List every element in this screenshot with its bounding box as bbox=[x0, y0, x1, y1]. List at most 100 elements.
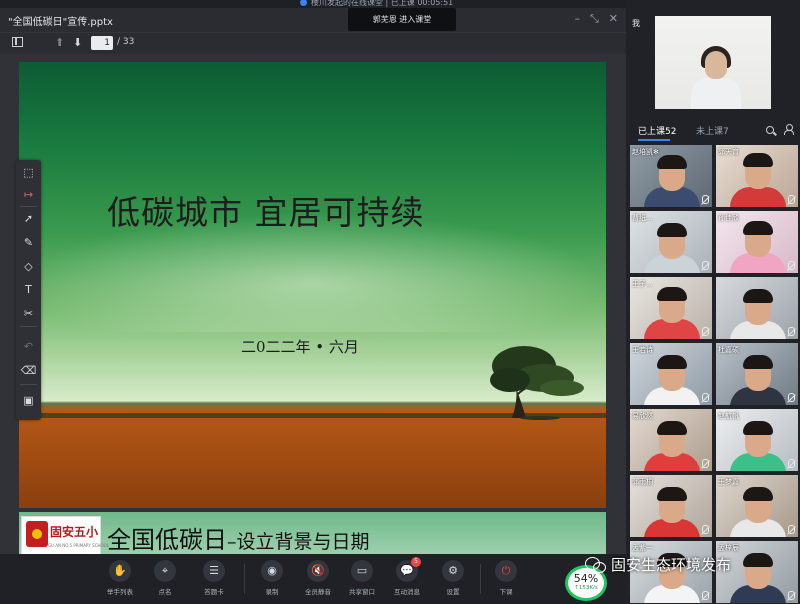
ppt-file-title: "全国低碳日"宣传.pptx bbox=[8, 17, 113, 28]
student-tile[interactable]: 易欣然 bbox=[630, 409, 712, 471]
fullscreen-icon[interactable]: ⤡ bbox=[590, 12, 599, 26]
me-label: 我 bbox=[632, 19, 640, 28]
people-icon[interactable] bbox=[783, 124, 794, 135]
shape-icon[interactable]: ◇ bbox=[20, 258, 37, 275]
student-hair bbox=[743, 553, 773, 567]
mic-off-icon[interactable] bbox=[788, 327, 795, 336]
mute-all-icon: 🔇 bbox=[307, 560, 329, 582]
student-name: 郭雨桐 bbox=[632, 478, 653, 486]
student-tile[interactable]: 赵航帆 bbox=[716, 409, 798, 471]
hand-raise-list-label: 举手列表 bbox=[107, 588, 133, 596]
mic-off-icon[interactable] bbox=[702, 459, 709, 468]
answer-card-button[interactable]: ☰ 答题卡 bbox=[194, 560, 234, 602]
close-icon[interactable]: ✕ bbox=[609, 12, 618, 26]
mic-off-icon[interactable] bbox=[702, 327, 709, 336]
join-toast: 郭芜恩 进入课堂 bbox=[348, 8, 456, 31]
school-logo: 固安五小 GU AN NO.5 PRIMARY SCHOOL bbox=[21, 516, 109, 554]
share-window-button[interactable]: ▭ 共享窗口 bbox=[342, 560, 382, 602]
minimize-icon[interactable]: – bbox=[574, 12, 580, 26]
mic-off-icon[interactable] bbox=[702, 525, 709, 534]
teacher-video[interactable] bbox=[655, 16, 771, 109]
slide-viewer[interactable]: 低碳城市 宜居可持续 二0二二年 • 六月 固安五小 GU AN NO.5 PR… bbox=[0, 54, 626, 554]
student-tile[interactable]: 曹纸... bbox=[630, 211, 712, 273]
mute-all-label: 全员静音 bbox=[305, 588, 331, 596]
student-name: 王梦嘉 bbox=[718, 478, 739, 486]
student-hair bbox=[743, 355, 773, 369]
selection-box-icon[interactable]: ⬚ bbox=[20, 164, 37, 181]
slide-date: 二0二二年 • 六月 bbox=[241, 338, 359, 356]
record-button[interactable]: ◉ 录制 bbox=[252, 560, 292, 602]
monitor-icon: ▭ bbox=[351, 560, 373, 582]
student-tile[interactable]: 郭天育 bbox=[716, 145, 798, 207]
tab-absent[interactable]: 未上课7 bbox=[696, 124, 729, 137]
mic-off-icon[interactable] bbox=[788, 459, 795, 468]
student-hair bbox=[657, 287, 687, 301]
tab-attended[interactable]: 已上课52 bbox=[638, 124, 676, 137]
participant-panel: 我 已上课52 未上课7 赵培凯✻ 郭天育 曹纸... 孙佳欣 王子... 王若… bbox=[626, 0, 800, 604]
slide-title: 低碳城市 宜居可持续 二0二二年 • 六月 bbox=[19, 62, 606, 508]
student-tile[interactable]: 郭雨桐 bbox=[630, 475, 712, 537]
student-tile[interactable]: 孙佳欣 bbox=[716, 211, 798, 273]
school-seal-icon bbox=[26, 521, 48, 547]
student-hair bbox=[657, 155, 687, 169]
student-name: 孟梓辰 bbox=[718, 544, 739, 552]
student-tile[interactable]: 王子... bbox=[630, 277, 712, 339]
student-tile[interactable]: 王梦嘉 bbox=[716, 475, 798, 537]
mic-off-icon[interactable] bbox=[702, 591, 709, 600]
app-logo-icon bbox=[300, 0, 307, 6]
cursor-icon[interactable]: ➚ bbox=[20, 210, 37, 227]
mic-off-icon[interactable] bbox=[702, 195, 709, 204]
student-hair bbox=[743, 221, 773, 235]
mic-off-icon[interactable] bbox=[788, 591, 795, 600]
arrow-up-icon[interactable]: ⬆ bbox=[55, 36, 64, 49]
student-grid: 赵培凯✻ 郭天育 曹纸... 孙佳欣 王子... 王若诗 杜嘉硕 易欣然 赵航帆… bbox=[630, 145, 798, 603]
message-badge: 5 bbox=[411, 557, 421, 567]
undo-icon[interactable]: ↶ bbox=[20, 338, 37, 355]
annotation-toolbar: ⬚ ↦ ➚ ✎ ◇ T ✂ ↶ ⌫ ▣ bbox=[16, 160, 41, 420]
tree-illustration bbox=[490, 346, 584, 420]
slide2-heading-sub: –设立背景与日期 bbox=[227, 531, 370, 553]
student-tile[interactable]: 杜嘉硕 bbox=[716, 343, 798, 405]
mic-off-icon[interactable] bbox=[788, 195, 795, 204]
tab-underline bbox=[638, 139, 670, 141]
mic-off-icon[interactable] bbox=[788, 261, 795, 270]
teacher-face bbox=[705, 51, 727, 79]
student-tile[interactable] bbox=[716, 277, 798, 339]
mic-off-icon[interactable] bbox=[702, 393, 709, 402]
pen-icon[interactable]: ✎ bbox=[20, 234, 37, 251]
end-class-button[interactable]: ⏻ 下课 bbox=[486, 560, 526, 602]
slide-background: 固安五小 GU AN NO.5 PRIMARY SCHOOL 全国低碳日–设立背… bbox=[19, 512, 606, 554]
share-window-label: 共享窗口 bbox=[349, 588, 375, 596]
window-controls: – ⤡ ✕ bbox=[574, 12, 618, 26]
laser-pointer-icon[interactable]: ↦ bbox=[20, 186, 37, 203]
student-name: 杜嘉硕 bbox=[718, 346, 739, 354]
mic-off-icon[interactable] bbox=[788, 525, 795, 534]
arrow-down-icon[interactable]: ⬇ bbox=[73, 36, 82, 49]
student-tile[interactable]: 王若诗 bbox=[630, 343, 712, 405]
interactive-messages-button[interactable]: 💬 5 互动消息 bbox=[387, 557, 427, 602]
recording-text: 楼川发起的在线课堂 | 已上课 00:05:51 bbox=[311, 0, 454, 7]
ppt-header: "全国低碳日"宣传.pptx – ⤡ ✕ bbox=[0, 8, 626, 32]
mic-off-icon[interactable] bbox=[788, 393, 795, 402]
interactive-messages-label: 互动消息 bbox=[394, 588, 420, 596]
page-number-input[interactable]: 1 bbox=[91, 36, 113, 50]
slide2-heading: 全国低碳日–设立背景与日期 bbox=[107, 520, 370, 554]
student-hair bbox=[657, 487, 687, 501]
student-body bbox=[730, 187, 786, 207]
hand-raise-list-button[interactable]: ✋ 举手列表 bbox=[100, 560, 140, 602]
mute-all-button[interactable]: 🔇 全员静音 bbox=[298, 560, 338, 602]
roll-call-button[interactable]: ⌖ 点名 bbox=[145, 560, 185, 602]
toolbox-icon[interactable]: ▣ bbox=[20, 392, 37, 409]
settings-button[interactable]: ⚙ 设置 bbox=[433, 560, 473, 602]
mic-off-icon[interactable] bbox=[702, 261, 709, 270]
text-icon[interactable]: T bbox=[20, 281, 37, 298]
eraser-icon[interactable]: ⌫ bbox=[20, 362, 37, 379]
page-total: / 33 bbox=[117, 37, 135, 47]
student-tile[interactable]: 赵培凯✻ bbox=[630, 145, 712, 207]
search-icon[interactable] bbox=[766, 126, 774, 134]
scissors-icon[interactable]: ✂ bbox=[20, 305, 37, 322]
settings-label: 设置 bbox=[446, 588, 460, 596]
sidebar-toggle-icon[interactable] bbox=[12, 37, 23, 47]
divider bbox=[20, 384, 37, 385]
slide2-heading-main: 全国低碳日 bbox=[107, 526, 227, 554]
